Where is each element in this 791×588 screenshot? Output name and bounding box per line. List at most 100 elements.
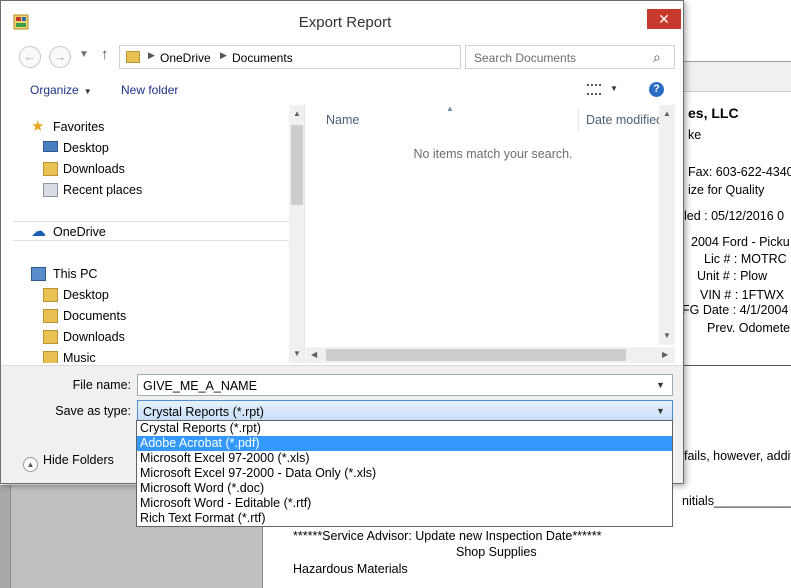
recent-places-icon	[43, 183, 58, 197]
report-date: led : 05/12/2016 0	[684, 209, 785, 223]
chevron-up-icon: ▲	[23, 457, 38, 472]
search-placeholder: Search Documents	[474, 51, 577, 65]
nav-label: Documents	[63, 309, 127, 323]
new-folder-button[interactable]: New folder	[121, 83, 178, 97]
dialog-titlebar: Export Report ✕	[1, 1, 683, 45]
scroll-down-icon[interactable]: ▼	[663, 331, 671, 340]
up-arrow-icon[interactable]: ↑	[101, 46, 109, 63]
column-header-date-modified[interactable]: Date modified	[586, 113, 663, 127]
save-as-type-label: Save as type:	[55, 404, 131, 418]
nav-item-pc-downloads[interactable]: Downloads	[13, 327, 289, 347]
organize-label: Organize	[30, 83, 79, 97]
nav-item-pc-desktop[interactable]: Desktop	[13, 285, 289, 305]
nav-item-onedrive[interactable]: ☁ OneDrive	[13, 221, 289, 241]
recent-locations-chevron-icon[interactable]: ▼	[79, 49, 89, 60]
report-initials: nitials_______________	[682, 494, 791, 508]
file-name-value[interactable]: GIVE_ME_A_NAME	[143, 379, 257, 393]
nav-label: OneDrive	[53, 225, 106, 239]
command-toolbar: Organize ▼ New folder ▼ ?	[13, 75, 675, 105]
scroll-up-icon[interactable]: ▲	[293, 109, 301, 118]
nav-item-pc-documents[interactable]: Documents	[13, 306, 289, 326]
address-row: ← → ▼ ↑ ▶ OneDrive ▶ Documents Search Do…	[13, 43, 675, 71]
type-option-crystal-reports[interactable]: Crystal Reports (*.rpt)	[137, 421, 672, 436]
computer-icon	[31, 267, 46, 281]
folder-icon	[126, 51, 140, 63]
report-hazardous: Hazardous Materials	[293, 562, 408, 576]
scroll-up-icon[interactable]: ▲	[663, 109, 671, 118]
report-unit: Unit # : Plow	[697, 269, 768, 283]
search-input[interactable]: Search Documents ⌕	[465, 45, 675, 69]
nav-label: This PC	[53, 267, 98, 281]
file-name-field[interactable]: GIVE_ME_A_NAME ▼	[137, 374, 673, 396]
back-arrow-icon[interactable]: ←	[19, 46, 41, 68]
view-chevron-down-icon[interactable]: ▼	[610, 84, 618, 93]
report-fails-text: fails, however, addit	[684, 449, 791, 463]
report-lic: Lic # : MOTRC	[704, 252, 787, 266]
report-fax: Fax: 603-622-4340	[688, 165, 791, 179]
address-bar[interactable]: ▶ OneDrive ▶ Documents	[119, 45, 461, 69]
nav-label: Music	[63, 351, 96, 363]
nav-item-desktop[interactable]: Desktop	[13, 138, 289, 158]
report-vin: VIN # : 1FTWX	[700, 288, 785, 302]
type-option-rich-text[interactable]: Rich Text Format (*.rtf)	[137, 511, 672, 526]
breadcrumb-separator-icon[interactable]: ▶	[148, 50, 155, 61]
scroll-down-icon[interactable]: ▼	[293, 349, 301, 358]
type-option-adobe-acrobat[interactable]: Adobe Acrobat (*.pdf)	[137, 436, 672, 451]
type-option-excel[interactable]: Microsoft Excel 97-2000 (*.xls)	[137, 451, 672, 466]
type-option-word-editable[interactable]: Microsoft Word - Editable (*.rtf)	[137, 496, 672, 511]
column-header-name[interactable]: Name	[326, 113, 359, 127]
column-divider[interactable]	[578, 109, 579, 131]
hide-folders-label: Hide Folders	[43, 453, 114, 467]
export-report-dialog: Export Report ✕ ← → ▼ ↑ ▶ OneDrive ▶ Doc…	[0, 0, 684, 484]
save-as-type-value[interactable]: Crystal Reports (*.rpt)	[143, 405, 264, 419]
file-vertical-scrollbar[interactable]: ▲ ▼	[659, 105, 675, 345]
organize-menu[interactable]: Organize ▼	[30, 83, 92, 97]
chevron-down-icon[interactable]: ▼	[656, 406, 665, 416]
report-window-titlebar	[680, 0, 791, 62]
scroll-left-icon[interactable]: ◀	[311, 350, 317, 359]
report-company-line2: ke	[688, 128, 702, 142]
nav-label: Favorites	[53, 120, 105, 134]
scrollbar-thumb[interactable]	[291, 125, 303, 205]
nav-label: Desktop	[63, 141, 109, 155]
search-icon[interactable]: ⌕	[653, 49, 661, 66]
desktop-icon	[43, 141, 58, 152]
nav-item-favorites[interactable]: ★ Favorites	[13, 117, 289, 137]
empty-folder-message: No items match your search.	[413, 147, 573, 161]
save-as-type-select[interactable]: Crystal Reports (*.rpt) ▼	[137, 400, 673, 422]
nav-label: Downloads	[63, 162, 125, 176]
nav-label: Downloads	[63, 330, 125, 344]
report-company-name: es, LLC	[688, 105, 739, 121]
folder-icon	[43, 351, 58, 363]
breadcrumb-separator-icon[interactable]: ▶	[220, 50, 227, 61]
type-option-excel-data-only[interactable]: Microsoft Excel 97-2000 - Data Only (*.x…	[137, 466, 672, 481]
scroll-right-icon[interactable]: ▶	[662, 350, 668, 359]
chevron-down-icon[interactable]: ▼	[656, 380, 665, 390]
nav-item-recent-places[interactable]: Recent places	[13, 180, 289, 200]
nav-item-pc-music[interactable]: Music	[13, 348, 289, 363]
report-mfg-date: FG Date : 4/1/2004	[682, 303, 789, 317]
hide-folders-button[interactable]: ▲ Hide Folders	[23, 453, 114, 472]
scrollbar-thumb[interactable]	[326, 349, 626, 361]
star-icon: ★	[31, 118, 45, 135]
nav-item-downloads[interactable]: Downloads	[13, 159, 289, 179]
report-shop-supplies: Shop Supplies	[456, 545, 537, 559]
cloud-icon: ☁	[31, 223, 46, 240]
nav-scrollbar[interactable]: ▲ ▼	[289, 105, 304, 363]
forward-arrow-icon[interactable]: →	[49, 46, 71, 68]
close-button[interactable]: ✕	[647, 9, 681, 29]
file-name-label: File name:	[72, 378, 131, 392]
dialog-title: Export Report	[298, 14, 392, 31]
navigation-pane: ★ Favorites Desktop Downloads Recent pla…	[13, 105, 305, 363]
type-option-word[interactable]: Microsoft Word (*.doc)	[137, 481, 672, 496]
save-as-type-dropdown: Crystal Reports (*.rpt) Adobe Acrobat (*…	[136, 420, 673, 527]
breadcrumb-documents[interactable]: Documents	[232, 51, 293, 65]
file-horizontal-scrollbar[interactable]: ◀ ▶	[306, 347, 675, 363]
nav-item-this-pc[interactable]: This PC	[13, 264, 289, 284]
help-icon[interactable]: ?	[649, 82, 664, 97]
breadcrumb-onedrive[interactable]: OneDrive	[160, 51, 211, 65]
nav-label: Recent places	[63, 183, 143, 197]
report-odometer: Prev. Odomete	[707, 321, 791, 335]
downloads-folder-icon	[43, 162, 58, 176]
view-options-icon[interactable]	[587, 84, 601, 95]
